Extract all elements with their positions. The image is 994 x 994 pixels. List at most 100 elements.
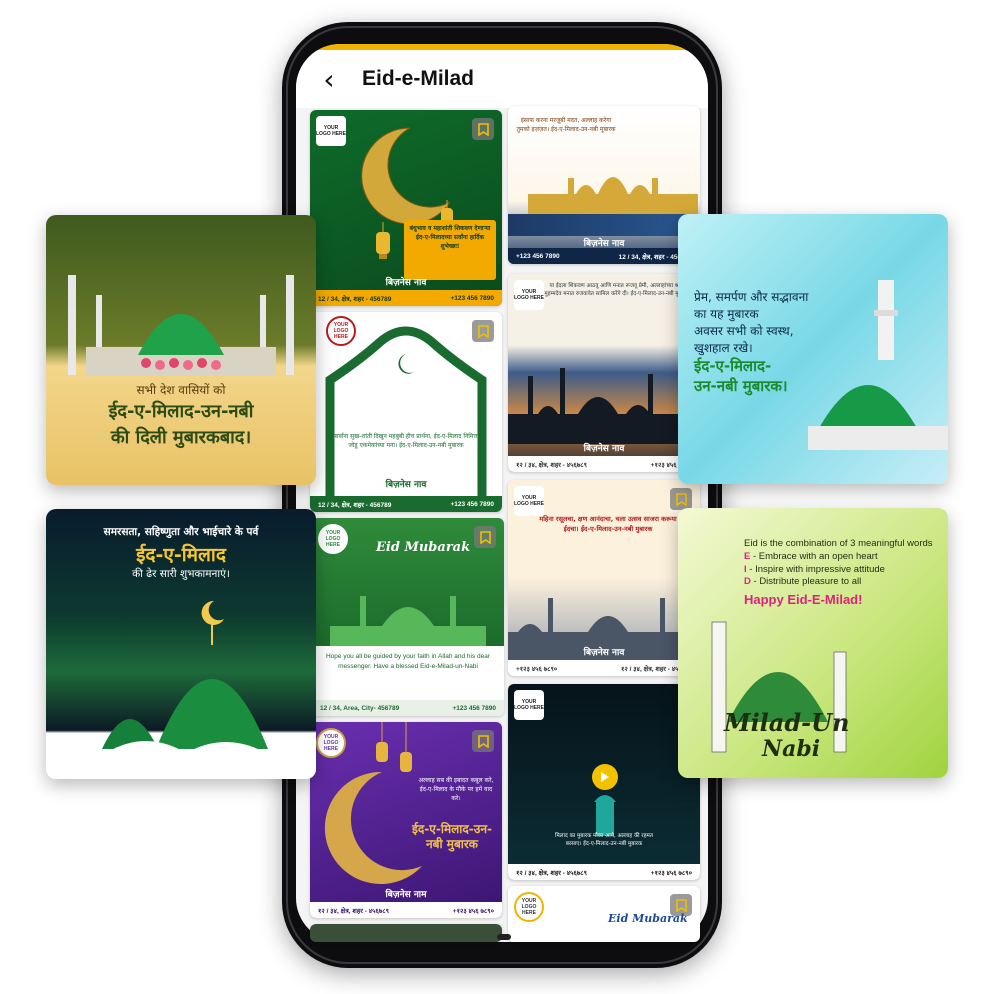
card-intro: Eid is the combination of 3 meaningful w… bbox=[744, 538, 933, 549]
greeting-text: अल्लाह सब की इबादत कबूल करे, ईद-ए-मिलाद … bbox=[418, 777, 494, 802]
card-line-1: सभी देश वासियों को bbox=[136, 383, 226, 397]
logo-placeholder: YOUR LOGO HERE bbox=[514, 892, 544, 922]
play-icon bbox=[601, 772, 609, 782]
logo-placeholder: YOUR LOGO HERE bbox=[318, 524, 348, 554]
contact-footer: १२ / ३४, क्षेत्र, शहर - ४५६७८९ +१२३ ४५६ ७… bbox=[310, 902, 502, 918]
contact-footer: +123 456 7890 12 / 34, क्षेत्र, शहर - 456… bbox=[508, 248, 700, 264]
contact-footer: १२ / ३४, क्षेत्र, शहर - ४५६७८९ +१२३ ४५६ ७… bbox=[508, 456, 700, 472]
card-headline: Happy Eid-E-Milad! bbox=[744, 592, 863, 607]
address-text: १२ / ३४, क्षेत्र, शहर - ४५६७८९ bbox=[516, 461, 587, 469]
bookmark-button[interactable] bbox=[670, 488, 692, 510]
back-button[interactable]: ‹ bbox=[306, 59, 352, 99]
lantern-illustration bbox=[376, 722, 412, 772]
card-line-5: ईद-ए-मिलाद- bbox=[694, 357, 772, 375]
business-name: बिज़नेस नाव bbox=[385, 278, 427, 288]
greeting-text: सर्वांना सुख-शांती दिखुन महबुबी हीच प्रा… bbox=[334, 433, 478, 449]
address-text: 12 / 34, क्षेत्र, शहर - 456789 bbox=[318, 295, 392, 303]
logo-placeholder: YOUR LOGO HERE bbox=[316, 728, 346, 758]
greeting-text: Hope you all be guided by your faith in … bbox=[325, 653, 491, 670]
phone-text: +१२३ ४५६ ७८९० bbox=[452, 907, 494, 915]
featured-card-teal-dome[interactable]: प्रेम, समर्पण और सद्भावना का यह मुबारक अ… bbox=[678, 214, 948, 484]
arrow-left-icon: ‹ bbox=[323, 62, 335, 96]
phone-text: +123 456 7890 bbox=[450, 294, 494, 302]
bookmark-icon bbox=[675, 492, 687, 506]
logo-placeholder: YOUR LOGO HERE bbox=[316, 116, 346, 146]
card-line-1: समरसता, सहिष्णुता और भाईचारे के पर्व bbox=[103, 526, 259, 538]
acrostic-text: - Distribute pleasure to all bbox=[750, 576, 862, 587]
card-line-3: अवसर सभी को स्वस्थ, bbox=[694, 324, 794, 338]
contact-footer: +१२३ ४५६ ७८९० १२ / ३४, क्षेत्र, शहर - ४५६… bbox=[508, 660, 700, 676]
play-button[interactable] bbox=[592, 764, 618, 790]
greeting-text: इंसाफ करना मरज़ूबी मदत, अल्लाह करेगा तुम… bbox=[516, 117, 616, 133]
bookmark-icon bbox=[479, 530, 491, 544]
acrostic-text: - Embrace with an open heart bbox=[750, 551, 878, 562]
bookmark-button[interactable] bbox=[472, 730, 494, 752]
acrostic-line-e: E - Embrace with an open heart bbox=[744, 551, 885, 564]
acrostic-letter: D bbox=[744, 576, 751, 587]
acrostic-line-i: I - Inspire with impressive attitude bbox=[744, 564, 885, 577]
featured-card-madina-gold[interactable]: सभी देश वासियों को ईद-ए-मिलाद-उन-नबी की … bbox=[46, 215, 316, 485]
script-title-line-1: Milad-Un bbox=[724, 708, 850, 737]
contact-footer: 12 / 34, क्षेत्र, शहर - 456789 +123 456 7… bbox=[310, 290, 502, 306]
logo-placeholder: YOUR LOGO HERE bbox=[514, 280, 544, 310]
promo-stage: ‹ Eid-e-Milad YOUR LOGO HERE बंधुभाव व म… bbox=[0, 0, 994, 994]
lantern-illustration bbox=[376, 222, 390, 259]
madina-dome-illustration bbox=[68, 275, 294, 375]
greeting-text: मिलाद का मुबारक मौका आये, अल्लाह की रहमत… bbox=[555, 833, 653, 847]
acrostic-line-d: D - Distribute pleasure to all bbox=[744, 576, 885, 589]
card-line-3: की दिली मुबारकबाद। bbox=[110, 427, 252, 448]
app-bar: ‹ Eid-e-Milad bbox=[296, 50, 708, 108]
arch-frame-illustration bbox=[325, 326, 487, 496]
phone-text: +१२३ ४५६ ७८९० bbox=[650, 869, 692, 877]
address-text: 12 / 34, Area, City- 456789 bbox=[320, 704, 400, 712]
template-card-dark-teal[interactable]: YOUR LOGO HERE मिलाद का मुबारक मौका आये,… bbox=[508, 684, 700, 880]
green-dome-illustration bbox=[46, 600, 316, 779]
phone-text: +१२३ ४५६ ७८९० bbox=[516, 665, 558, 673]
address-text: १२ / ३४, क्षेत्र, शहर - ४५६७८९ bbox=[516, 869, 587, 877]
greeting-headline: ईद-ए-मिलाद-उन-नबी मुबारक bbox=[412, 822, 492, 851]
eid-mubarak-brand: Eid Mubarak bbox=[376, 540, 471, 555]
page-title: Eid-e-Milad bbox=[362, 67, 475, 90]
featured-card-aurora-dome[interactable]: समरसता, सहिष्णुता और भाईचारे के पर्व ईद-… bbox=[46, 509, 316, 779]
card-line-2: ईद-ए-मिलाद-उन-नबी bbox=[108, 401, 254, 422]
contact-footer: १२ / ३४, क्षेत्र, शहर - ४५६७८९ +१२३ ४५६ ७… bbox=[508, 864, 700, 880]
green-dome-illustration bbox=[808, 280, 948, 450]
card-line-6: उन-नबी मुबारक। bbox=[694, 377, 788, 395]
greeting-text: महिना रसूलचा, क्षण आनंदाचा, चला उत्सव सा… bbox=[539, 515, 677, 533]
home-indicator bbox=[497, 934, 511, 940]
card-line-3: की ढेर सारी शुभकामनाएं। bbox=[132, 568, 230, 580]
business-name: बिज़नेस नाव bbox=[583, 444, 625, 454]
featured-card-lime-milad[interactable]: Eid is the combination of 3 meaningful w… bbox=[678, 508, 948, 778]
business-name: बिज़नेस नाम bbox=[385, 890, 427, 900]
bookmark-button[interactable] bbox=[472, 118, 494, 140]
card-acrostic: E - Embrace with an open heart I - Inspi… bbox=[744, 551, 885, 589]
template-card-arch-white[interactable]: YOUR LOGO HERE सर्वांना सुख-शांती दिखुन … bbox=[310, 312, 502, 512]
card-line-2: का यह मुबारक bbox=[694, 307, 759, 321]
template-card-partial[interactable] bbox=[310, 924, 502, 942]
bookmark-icon bbox=[477, 122, 489, 136]
script-title-line-2: Nabi bbox=[762, 736, 821, 762]
card-line-1: प्रेम, समर्पण और सद्भावना bbox=[694, 290, 809, 304]
template-card-skyline-cream[interactable]: YOUR LOGO HERE महिना रसूलचा, क्षण आनंदाच… bbox=[508, 480, 700, 676]
phone-text: +123 456 7890 bbox=[452, 704, 496, 712]
greeting-text: या ईदला शिकवण आठवू आणि मनात रूजवू प्रेमी… bbox=[544, 283, 690, 297]
tower-illustration bbox=[594, 795, 616, 836]
template-card-eid-mubarak-white[interactable]: YOUR LOGO HERE Eid Mubarak bbox=[508, 886, 700, 942]
template-card-crescent-green[interactable]: YOUR LOGO HERE बंधुभाव व महाशांती शिकवण … bbox=[310, 110, 502, 306]
logo-placeholder: YOUR LOGO HERE bbox=[514, 690, 544, 720]
template-card-eid-mubarak-green[interactable]: YOUR LOGO HERE Eid Mubarak Hope you all … bbox=[312, 518, 504, 716]
logo-placeholder: YOUR LOGO HERE bbox=[514, 486, 544, 516]
template-card-sunset-mosque[interactable]: YOUR LOGO HERE या ईदला शिकवण आठवू आणि मन… bbox=[508, 274, 700, 472]
phone-text: +123 456 7890 bbox=[450, 500, 494, 508]
bookmark-button[interactable] bbox=[474, 526, 496, 548]
mosque-silhouette-illustration bbox=[508, 368, 700, 444]
bookmark-icon bbox=[675, 898, 687, 912]
bookmark-icon bbox=[477, 734, 489, 748]
template-card-mosque-gold[interactable]: इंसाफ करना मरज़ूबी मदत, अल्लाह करेगा तुम… bbox=[508, 106, 700, 264]
wave-band bbox=[508, 214, 700, 236]
template-card-purple-crescent[interactable]: YOUR LOGO HERE अल्लाह सब की इबादत कबूल क… bbox=[310, 722, 502, 918]
greeting-text: बंधुभाव व महाशांती शिकवण देणाऱ्या ईद-ए-म… bbox=[409, 225, 491, 250]
card-line-2: ईद-ए-मिलाद bbox=[136, 544, 226, 566]
contact-footer: 12 / 34, क्षेत्र, शहर - 456789 +123 456 7… bbox=[310, 496, 502, 512]
business-name: बिज़नेस नाव bbox=[385, 480, 427, 490]
